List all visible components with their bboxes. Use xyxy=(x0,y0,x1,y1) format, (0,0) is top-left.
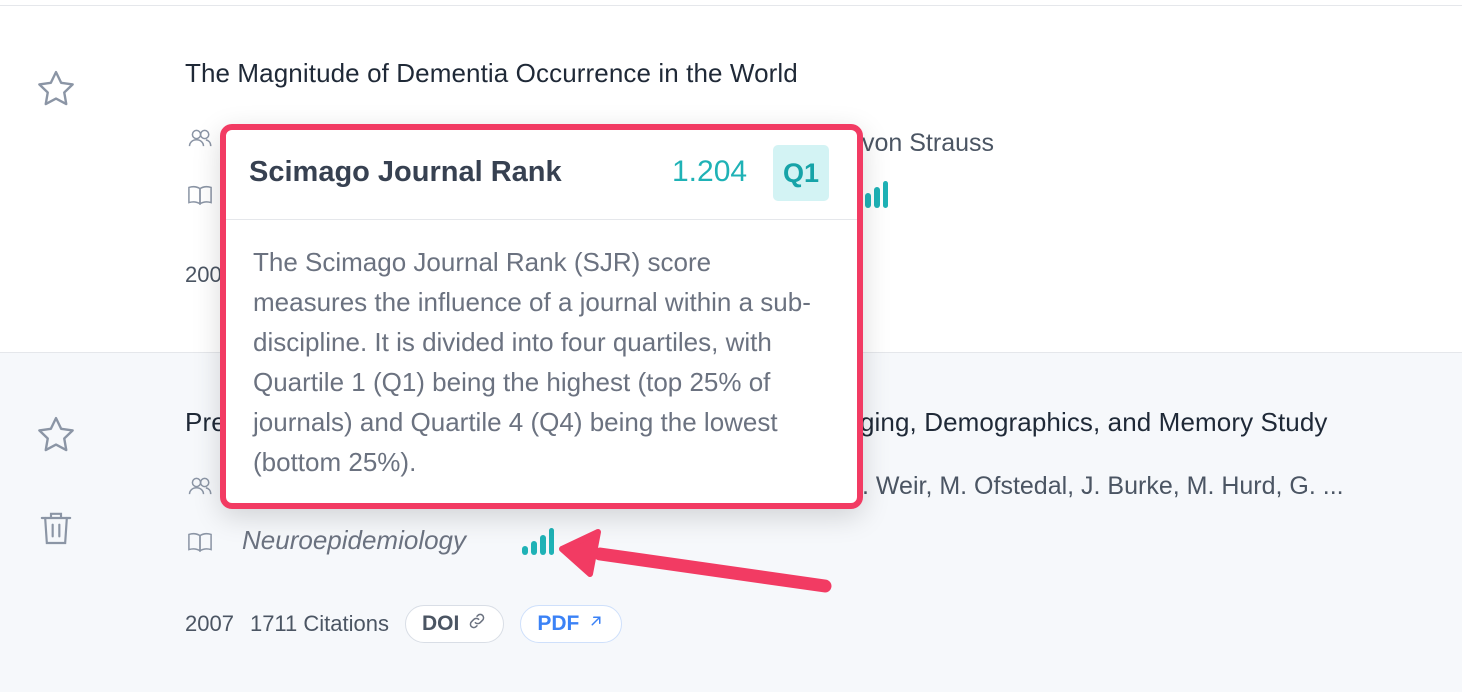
link-icon xyxy=(467,611,487,637)
pdf-button[interactable]: PDF xyxy=(520,605,623,643)
external-arrow-icon xyxy=(587,612,605,636)
book-icon xyxy=(185,180,215,210)
paper-footer: 2007 1711 Citations DOI PDF xyxy=(185,605,623,643)
sjr-tooltip: Scimago Journal Rank 1.204 Q1 The Scimag… xyxy=(220,124,863,509)
citation-count[interactable]: 1711 Citations xyxy=(250,611,389,637)
paper-authors: von Strauss xyxy=(862,129,995,157)
tooltip-header: Scimago Journal Rank 1.204 Q1 xyxy=(226,130,857,220)
star-icon[interactable] xyxy=(34,67,78,111)
paper-title[interactable]: The Magnitude of Dementia Occurrence in … xyxy=(185,58,798,89)
paper-footer: 200 xyxy=(185,262,222,288)
sjr-score: 1.204 xyxy=(672,155,748,188)
tooltip-title: Scimago Journal Rank xyxy=(249,156,562,188)
authors-icon xyxy=(185,471,215,501)
tooltip-description: The Scimago Journal Rank (SJR) score mea… xyxy=(253,247,811,477)
doi-label: DOI xyxy=(421,612,460,635)
book-icon xyxy=(185,527,215,557)
sjr-bars-icon[interactable] xyxy=(518,523,554,559)
publication-year: 2007 xyxy=(185,611,234,636)
authors-icon xyxy=(185,123,215,153)
quartile-badge: Q1 xyxy=(773,145,829,201)
publication-year: 200 xyxy=(185,262,222,287)
paper-authors: . Weir, M. Ofstedal, J. Burke, M. Hurd, … xyxy=(862,472,1344,500)
paper-title-end[interactable]: ging, Demographics, and Memory Study xyxy=(860,407,1328,438)
doi-button[interactable]: DOI xyxy=(404,605,505,643)
trash-icon[interactable] xyxy=(34,506,78,550)
journal-name[interactable]: Neuroepidemiology xyxy=(242,525,466,556)
star-icon[interactable] xyxy=(34,413,78,457)
pdf-label: PDF xyxy=(537,612,580,635)
